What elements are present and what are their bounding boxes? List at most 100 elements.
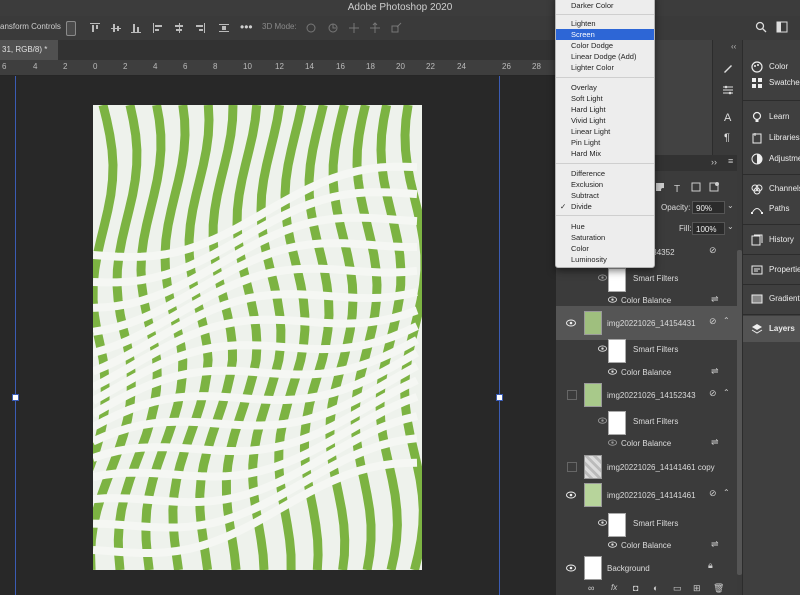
- pan-3d-icon[interactable]: [348, 22, 360, 34]
- document-tab[interactable]: 31, RGB/8) *: [0, 40, 58, 60]
- guide-line-left[interactable]: [15, 76, 16, 595]
- filter-options-icon[interactable]: ⇌: [711, 294, 719, 305]
- blend-mode-option[interactable]: Linear Light: [556, 126, 654, 137]
- add-mask-icon[interactable]: ◘: [633, 583, 638, 593]
- filter-options-icon[interactable]: ⇌: [711, 437, 719, 448]
- blend-mode-option[interactable]: Darker Color: [556, 0, 654, 11]
- document-canvas[interactable]: [93, 105, 422, 570]
- smart-filter-mask-thumbnail[interactable]: [608, 339, 626, 363]
- dock-item-paths[interactable]: Paths: [743, 196, 800, 222]
- more-options-icon[interactable]: •••: [240, 20, 253, 34]
- blend-mode-option[interactable]: Exclusion: [556, 179, 654, 190]
- layers-scrollbar[interactable]: [737, 250, 742, 575]
- collapse-arrows-icon[interactable]: ››: [711, 157, 717, 167]
- align-bottom-icon[interactable]: [130, 22, 142, 34]
- visibility-eye-icon[interactable]: [598, 417, 607, 424]
- visibility-eye-icon[interactable]: [608, 439, 617, 446]
- blend-mode-option[interactable]: Pin Light: [556, 137, 654, 148]
- blend-mode-option[interactable]: Hue: [556, 221, 654, 232]
- align-left-icon[interactable]: [152, 22, 164, 34]
- collapse-arrows-icon[interactable]: ‹‹: [731, 42, 736, 51]
- visibility-eye-icon[interactable]: [598, 519, 607, 526]
- scale-3d-icon[interactable]: [390, 22, 402, 34]
- visibility-eye-icon[interactable]: [566, 319, 576, 327]
- filter-pixel-icon[interactable]: [654, 181, 666, 193]
- visibility-eye-icon[interactable]: [608, 541, 617, 548]
- smart-filters-row[interactable]: Smart Filters: [556, 513, 737, 537]
- blend-mode-option[interactable]: Soft Light: [556, 93, 654, 104]
- blend-mode-option[interactable]: Linear Dodge (Add): [556, 51, 654, 62]
- blend-mode-option[interactable]: Subtract: [556, 190, 654, 201]
- layer-row[interactable]: img20221026_14152343 ⊘ ⌃: [556, 378, 737, 412]
- roll-3d-icon[interactable]: [327, 22, 339, 34]
- filter-shape-icon[interactable]: [690, 181, 702, 193]
- brush-settings-icon[interactable]: [722, 84, 734, 96]
- blend-mode-option[interactable]: Luminosity: [556, 254, 654, 265]
- smart-filter-mask-thumbnail[interactable]: [608, 513, 626, 537]
- filter-type-icon[interactable]: T: [672, 181, 684, 193]
- adjustment-layer-icon[interactable]: ◐: [653, 583, 658, 593]
- smart-filter-mask-thumbnail[interactable]: [608, 268, 626, 292]
- align-vcenter-icon[interactable]: [110, 22, 122, 34]
- filter-options-icon[interactable]: ⇌: [711, 366, 719, 377]
- blend-mode-option-checked[interactable]: ✓ Divide: [556, 201, 654, 212]
- blend-mode-option[interactable]: Saturation: [556, 232, 654, 243]
- smart-filter-mask-thumbnail[interactable]: [608, 411, 626, 435]
- workspace-icon[interactable]: [776, 21, 788, 33]
- dock-item-swatches[interactable]: Swatches: [743, 70, 800, 96]
- opacity-field[interactable]: 90%: [692, 201, 725, 214]
- link-layers-icon[interactable]: ∞: [588, 583, 594, 593]
- blend-mode-option[interactable]: Color Dodge: [556, 40, 654, 51]
- layer-row-selected[interactable]: img20221026_14154431 ⊘ ⌃: [556, 306, 737, 340]
- guide-line-right[interactable]: [499, 76, 500, 595]
- visibility-toggle-off[interactable]: [567, 390, 577, 400]
- visibility-toggle-off[interactable]: [567, 462, 577, 472]
- align-right-icon[interactable]: [194, 22, 206, 34]
- blend-mode-option[interactable]: Difference: [556, 168, 654, 179]
- layer-row[interactable]: img20221026_14141461 ⊘ ⌃: [556, 478, 737, 512]
- align-hcenter-icon[interactable]: [173, 22, 185, 34]
- align-top-icon[interactable]: [89, 22, 101, 34]
- transform-controls-checkbox[interactable]: [66, 21, 76, 36]
- filter-options-icon[interactable]: ⇌: [711, 539, 719, 550]
- paragraph-icon[interactable]: ¶: [722, 130, 734, 142]
- visibility-eye-icon[interactable]: [566, 564, 576, 572]
- visibility-eye-icon[interactable]: [598, 274, 607, 281]
- visibility-eye-icon[interactable]: [608, 368, 617, 375]
- panel-menu-icon[interactable]: ≡: [728, 156, 733, 166]
- fill-dropdown-icon[interactable]: ⌄: [727, 222, 734, 231]
- blend-mode-option[interactable]: Lighten: [556, 18, 654, 29]
- blend-mode-option[interactable]: Hard Mix: [556, 148, 654, 159]
- visibility-eye-icon[interactable]: [566, 491, 576, 499]
- character-icon[interactable]: A: [722, 110, 734, 122]
- dock-item-properties[interactable]: Properties: [743, 257, 800, 283]
- orbit-3d-icon[interactable]: [305, 22, 317, 34]
- delete-layer-icon[interactable]: 🗑︎: [713, 583, 724, 594]
- brush-icon[interactable]: [722, 62, 734, 74]
- smart-filters-row[interactable]: Smart Filters: [556, 268, 737, 292]
- blend-mode-option[interactable]: Color: [556, 243, 654, 254]
- layer-row-background[interactable]: Background 🔒︎: [556, 551, 737, 585]
- transform-handle-left[interactable]: [12, 394, 19, 401]
- dock-item-layers[interactable]: Layers: [743, 316, 800, 342]
- fill-field[interactable]: 100%: [692, 222, 725, 235]
- blend-mode-option[interactable]: Hard Light: [556, 104, 654, 115]
- blend-mode-option[interactable]: Lighter Color: [556, 62, 654, 73]
- expand-chevron-icon[interactable]: ⌃: [723, 488, 730, 497]
- new-group-icon[interactable]: ▭: [673, 583, 682, 594]
- expand-chevron-icon[interactable]: ⌃: [723, 388, 730, 397]
- distribute-icon[interactable]: [218, 22, 230, 34]
- lock-icon[interactable]: 🔒︎: [708, 560, 713, 571]
- smart-filters-row[interactable]: Smart Filters: [556, 411, 737, 435]
- smart-filters-row[interactable]: Smart Filters: [556, 339, 737, 363]
- visibility-eye-icon[interactable]: [608, 296, 617, 303]
- search-icon[interactable]: [755, 21, 767, 33]
- blend-mode-option[interactable]: Overlay: [556, 82, 654, 93]
- dock-item-history[interactable]: History: [743, 227, 800, 253]
- opacity-dropdown-icon[interactable]: ⌄: [727, 201, 734, 210]
- new-layer-icon[interactable]: ⊞: [693, 583, 701, 594]
- layer-style-fx-icon[interactable]: fx: [611, 583, 617, 592]
- blend-mode-option[interactable]: Vivid Light: [556, 115, 654, 126]
- expand-chevron-icon[interactable]: ⌃: [723, 316, 730, 325]
- visibility-eye-icon[interactable]: [598, 345, 607, 352]
